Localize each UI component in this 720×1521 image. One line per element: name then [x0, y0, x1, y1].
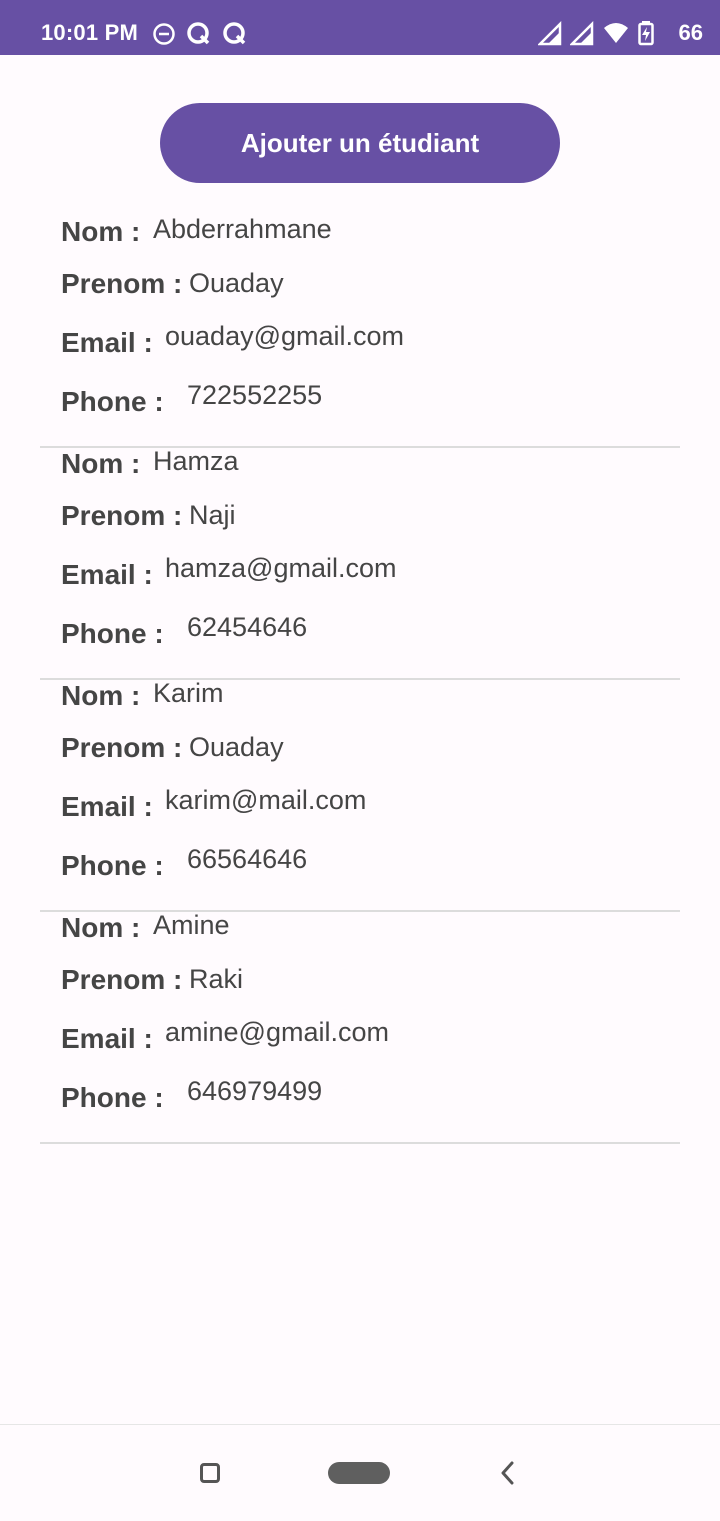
prenom-value: Naji	[189, 500, 236, 530]
phone-label: Phone :	[61, 850, 164, 881]
phone-row: Phone : 62454646	[61, 612, 307, 650]
nom-value: Hamza	[153, 446, 239, 476]
status-bar: 10:01 PM 66	[0, 0, 720, 55]
email-row: Email : karim@mail.com	[61, 785, 366, 823]
phone-label: Phone :	[61, 618, 164, 649]
navigation-bar	[0, 1424, 720, 1521]
prenom-value: Ouaday	[189, 268, 284, 298]
phone-value: 722552255	[187, 380, 323, 410]
phone-value: 66564646	[187, 844, 308, 874]
phone-label: Phone :	[61, 1082, 164, 1113]
email-row: Email : amine@gmail.com	[61, 1017, 389, 1055]
student-card: Nom : Amine Prenom : Raki Email : amine@…	[40, 910, 680, 1144]
email-value: ouaday@gmail.com	[165, 321, 405, 351]
status-icons-right	[536, 20, 654, 51]
student-card: Nom : Karim Prenom : Ouaday Email : kari…	[40, 678, 680, 912]
wifi-icon	[602, 20, 630, 51]
nom-label: Nom :	[61, 680, 141, 711]
nom-label: Nom :	[61, 912, 141, 943]
email-row: Email : ouaday@gmail.com	[61, 321, 404, 359]
prenom-label: Prenom :	[61, 500, 183, 531]
email-value: hamza@gmail.com	[165, 553, 397, 583]
phone-label: Phone :	[61, 386, 164, 417]
nom-row: Nom : Abderrahmane	[61, 214, 332, 248]
prenom-label: Prenom :	[61, 964, 183, 995]
phone-row: Phone : 646979499	[61, 1076, 322, 1114]
phone-row: Phone : 722552255	[61, 380, 322, 418]
recents-icon[interactable]	[200, 1463, 220, 1483]
email-label: Email :	[61, 1023, 153, 1054]
signal-icon	[536, 20, 562, 51]
battery-level: 66	[678, 20, 703, 45]
prenom-row: Prenom : Naji	[61, 500, 236, 532]
home-pill-icon[interactable]	[328, 1462, 390, 1484]
nom-value: Abderrahmane	[153, 214, 332, 244]
email-row: Email : hamza@gmail.com	[61, 553, 396, 591]
prenom-label: Prenom :	[61, 268, 183, 299]
nom-value: Amine	[153, 910, 230, 940]
email-value: karim@mail.com	[165, 785, 367, 815]
status-time: 10:01 PM	[41, 20, 138, 45]
prenom-value: Ouaday	[189, 732, 284, 762]
phone-value: 62454646	[187, 612, 308, 642]
email-label: Email :	[61, 791, 153, 822]
phone-value: 646979499	[187, 1076, 323, 1106]
q-app-icon	[186, 20, 212, 48]
email-label: Email :	[61, 559, 153, 590]
email-label: Email :	[61, 327, 153, 358]
signal-icon	[568, 20, 594, 51]
prenom-row: Prenom : Ouaday	[61, 732, 284, 764]
back-icon[interactable]	[496, 1459, 520, 1487]
battery-charging-icon	[638, 20, 654, 51]
student-card: Nom : Hamza Prenom : Naji Email : hamza@…	[40, 446, 680, 680]
status-icons-left	[152, 20, 248, 48]
prenom-row: Prenom : Ouaday	[61, 268, 284, 300]
prenom-value: Raki	[189, 964, 244, 994]
prenom-row: Prenom : Raki	[61, 964, 243, 996]
nom-label: Nom :	[61, 448, 141, 479]
do-not-disturb-icon	[152, 20, 176, 48]
student-card: Nom : Abderrahmane Prenom : Ouaday Email…	[40, 214, 680, 448]
prenom-label: Prenom :	[61, 732, 183, 763]
nom-label: Nom :	[61, 216, 141, 247]
nom-row: Nom : Amine	[61, 910, 230, 944]
add-student-button[interactable]: Ajouter un étudiant	[160, 103, 560, 183]
nom-row: Nom : Karim	[61, 678, 224, 712]
q-app-icon	[222, 20, 248, 48]
nom-row: Nom : Hamza	[61, 446, 239, 480]
nom-value: Karim	[153, 678, 224, 708]
email-value: amine@gmail.com	[165, 1017, 389, 1047]
phone-row: Phone : 66564646	[61, 844, 307, 882]
